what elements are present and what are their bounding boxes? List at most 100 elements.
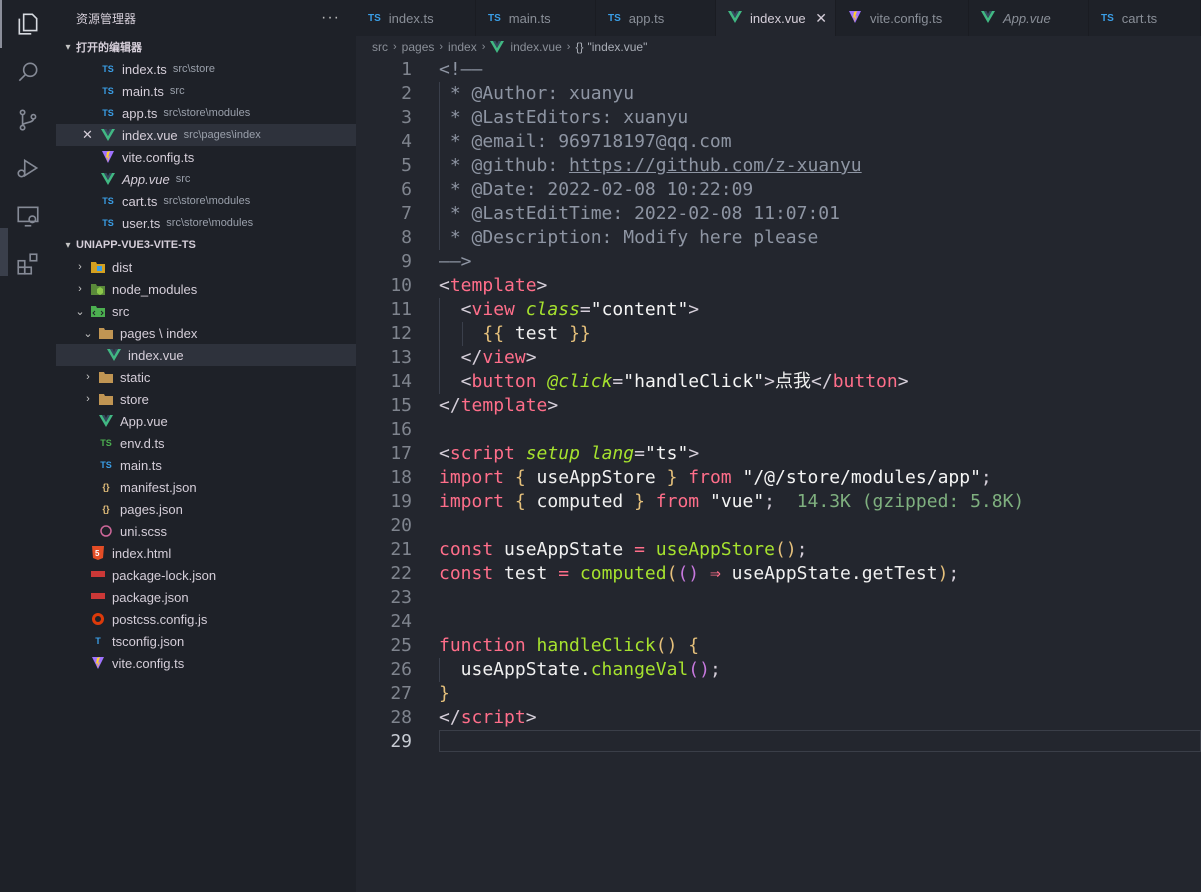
open-editor-item[interactable]: vite.config.ts bbox=[56, 146, 356, 168]
explorer-title-bar: 资源管理器 ··· bbox=[56, 0, 356, 36]
close-icon[interactable]: ✕ bbox=[82, 127, 93, 143]
breadcrumb-item[interactable]: pages bbox=[402, 40, 435, 54]
tree-file[interactable]: {} pages.json bbox=[56, 498, 356, 520]
typescript-file-icon: TS bbox=[100, 460, 112, 470]
tree-file[interactable]: uni.scss bbox=[56, 520, 356, 542]
npm-file-icon bbox=[90, 567, 106, 583]
tree-folder-open[interactable]: ⌄ pages \ index bbox=[56, 322, 356, 344]
code-editor[interactable]: 1 2 3 4 5 6 7 8 9 10 11 12 13 14 15 16 1… bbox=[356, 58, 1201, 892]
tree-folder-open[interactable]: ⌄ src bbox=[56, 300, 356, 322]
tree-file[interactable]: 5 index.html bbox=[56, 542, 356, 564]
breadcrumb-item[interactable]: src bbox=[372, 40, 388, 54]
tree-folder[interactable]: › static bbox=[56, 366, 356, 388]
search-icon[interactable] bbox=[0, 48, 56, 96]
chevron-right-icon: › bbox=[481, 41, 486, 53]
typescript-file-icon: TS bbox=[102, 196, 114, 206]
tree-file[interactable]: TS env.d.ts bbox=[56, 432, 356, 454]
typescript-file-icon: TS bbox=[1101, 12, 1114, 24]
typescript-file-icon: TS bbox=[102, 86, 114, 96]
open-editor-item[interactable]: TS index.ts src\store bbox=[56, 58, 356, 80]
tree-file[interactable]: vite.config.ts bbox=[56, 652, 356, 674]
breadcrumb-item[interactable]: index bbox=[448, 40, 477, 54]
line-number: 2 bbox=[401, 83, 412, 104]
tab-index-vue[interactable]: index.vue ✕ bbox=[716, 0, 836, 36]
tree-file[interactable]: TS main.ts bbox=[56, 454, 356, 476]
source-control-icon[interactable] bbox=[0, 96, 56, 144]
close-tab-icon[interactable]: ✕ bbox=[815, 10, 827, 27]
open-editor-name: vite.config.ts bbox=[122, 149, 195, 165]
open-editor-item-active[interactable]: ✕ index.vue src\pages\index bbox=[56, 124, 356, 146]
open-editor-name: main.ts bbox=[122, 83, 164, 99]
svg-text:5: 5 bbox=[95, 549, 100, 558]
tree-file[interactable]: {} manifest.json bbox=[56, 476, 356, 498]
tab-vite-config[interactable]: vite.config.ts bbox=[836, 0, 969, 36]
code-line: <script setup lang="ts"> bbox=[439, 443, 700, 464]
tab-main-ts[interactable]: TS main.ts bbox=[476, 0, 596, 36]
line-number-current: 29 bbox=[390, 731, 412, 752]
open-editor-item[interactable]: TS user.ts src\store\modules bbox=[56, 212, 356, 234]
line-number: 5 bbox=[401, 155, 412, 176]
run-debug-icon[interactable] bbox=[0, 144, 56, 192]
typescript-file-icon: TS bbox=[102, 218, 114, 228]
tree-folder[interactable]: › dist bbox=[56, 256, 356, 278]
code-var: test bbox=[493, 563, 559, 584]
tab-cart-ts[interactable]: TS cart.ts bbox=[1089, 0, 1201, 36]
more-actions-icon[interactable]: ··· bbox=[321, 9, 340, 27]
breadcrumb-item[interactable]: "index.vue" bbox=[587, 40, 647, 54]
code-var: useAppState bbox=[493, 539, 635, 560]
remote-explorer-icon[interactable] bbox=[0, 192, 56, 240]
typescript-file-icon: TS bbox=[102, 108, 114, 118]
tab-label: index.ts bbox=[388, 10, 434, 26]
tree-file-active[interactable]: index.vue bbox=[56, 344, 356, 366]
tab-index-ts[interactable]: TS index.ts bbox=[356, 0, 476, 36]
code-attr: lang bbox=[590, 443, 635, 464]
explorer-icon[interactable] bbox=[0, 0, 56, 48]
tree-item-label: src bbox=[112, 303, 130, 319]
tree-folder[interactable]: › node_modules bbox=[56, 278, 356, 300]
tree-file[interactable]: App.vue bbox=[56, 410, 356, 432]
typescript-file-icon: TS bbox=[102, 64, 114, 74]
tree-item-label: dist bbox=[112, 259, 133, 275]
code-tag: template bbox=[449, 275, 537, 296]
code-arrow: ⇒ bbox=[709, 563, 721, 584]
code-string: "vue" bbox=[709, 491, 765, 512]
open-editor-path: src\store\modules bbox=[166, 217, 254, 229]
vue-file-icon bbox=[98, 413, 114, 429]
code-line: </view> bbox=[439, 347, 537, 368]
tab-label: app.ts bbox=[628, 10, 665, 26]
open-editor-item[interactable]: TS cart.ts src\store\modules bbox=[56, 190, 356, 212]
line-number: 7 bbox=[401, 203, 412, 224]
folder-icon bbox=[98, 369, 114, 385]
code-tag: button bbox=[471, 371, 537, 392]
tree-file[interactable]: package-lock.json bbox=[56, 564, 356, 586]
project-header[interactable]: ▾ UNIAPP-VUE3-VITE-TS bbox=[56, 234, 356, 256]
tab-app-ts[interactable]: TS app.ts bbox=[596, 0, 716, 36]
code-keyword: from bbox=[688, 467, 732, 488]
code-line: import { useAppStore } from "/@/store/mo… bbox=[439, 467, 992, 488]
folder-open-icon bbox=[98, 325, 114, 341]
code-keyword: const bbox=[439, 563, 494, 584]
tree-file[interactable]: T tsconfig.json bbox=[56, 630, 356, 652]
explorer-title: 资源管理器 bbox=[76, 11, 137, 26]
line-number: 3 bbox=[401, 107, 412, 128]
code-comment: ——> bbox=[439, 251, 472, 272]
npm-file-icon bbox=[90, 589, 106, 605]
vue-file-icon bbox=[106, 347, 122, 363]
breadcrumb-item[interactable]: index.vue bbox=[510, 40, 561, 54]
line-number: 27 bbox=[390, 683, 412, 704]
tree-item-label: manifest.json bbox=[120, 479, 197, 495]
code-comment: * @Author: xuanyu bbox=[439, 83, 635, 104]
tab-app-vue[interactable]: App.vue bbox=[969, 0, 1089, 36]
chevron-right-icon: › bbox=[439, 41, 444, 53]
tree-file[interactable]: postcss.config.js bbox=[56, 608, 356, 630]
open-editor-item[interactable]: App.vue src bbox=[56, 168, 356, 190]
open-editor-item[interactable]: TS main.ts src bbox=[56, 80, 356, 102]
tree-folder[interactable]: › store bbox=[56, 388, 356, 410]
code-line: <view class="content"> bbox=[439, 299, 700, 320]
extensions-icon[interactable] bbox=[0, 240, 56, 288]
open-editors-header[interactable]: ▾ 打开的编辑器 bbox=[56, 36, 356, 58]
code-link[interactable]: https://github.com/z-xuanyu bbox=[569, 155, 862, 176]
line-number: 8 bbox=[401, 227, 412, 248]
tree-file[interactable]: package.json bbox=[56, 586, 356, 608]
open-editor-item[interactable]: TS app.ts src\store\modules bbox=[56, 102, 356, 124]
